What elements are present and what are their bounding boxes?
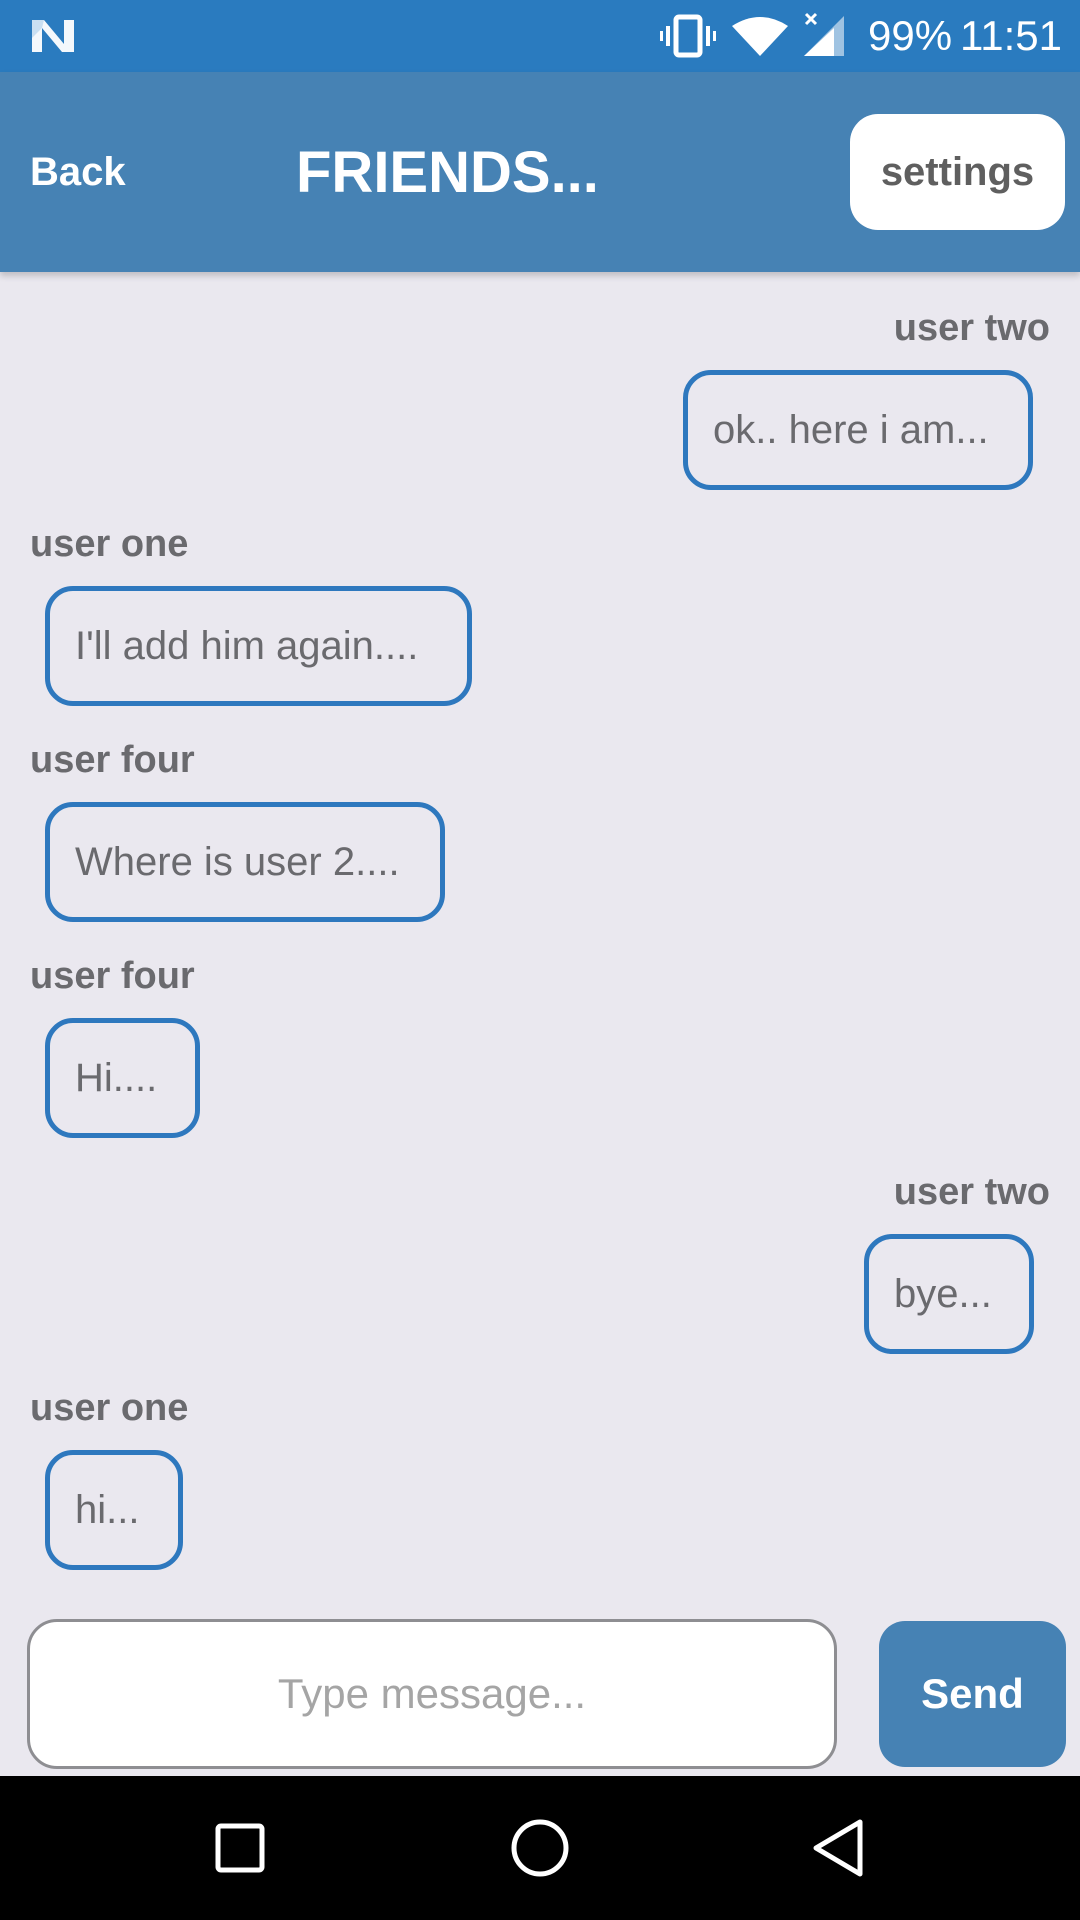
wifi-icon bbox=[732, 17, 788, 56]
back-triangle-icon[interactable] bbox=[804, 1812, 876, 1884]
message-bubble: ok.. here i am... bbox=[683, 370, 1033, 490]
back-button[interactable]: Back bbox=[30, 144, 126, 200]
vibrate-icon bbox=[660, 14, 716, 58]
message-sender: user four bbox=[30, 955, 195, 997]
message-bubble: I'll add him again.... bbox=[45, 586, 472, 706]
system-nav-bar bbox=[0, 1776, 1080, 1920]
status-bar: 99% 11:51 bbox=[0, 0, 1080, 72]
message-sender: user one bbox=[30, 1387, 189, 1429]
signal-icon bbox=[804, 12, 844, 56]
recents-square-icon[interactable] bbox=[204, 1812, 276, 1884]
message-input[interactable] bbox=[27, 1619, 837, 1769]
send-button[interactable]: Send bbox=[879, 1621, 1066, 1767]
message-sender: user four bbox=[30, 739, 195, 781]
message-list[interactable]: user two ok.. here i am... user one I'll… bbox=[0, 272, 1080, 1592]
settings-button[interactable]: settings bbox=[850, 114, 1065, 230]
app-header: Back FRIENDS... settings bbox=[0, 72, 1080, 272]
message-bubble: bye... bbox=[864, 1234, 1034, 1354]
message-sender: user two bbox=[893, 1171, 1050, 1213]
battery-percentage: 99% bbox=[868, 12, 953, 59]
message-sender: user one bbox=[30, 523, 189, 565]
message-bubble: Hi.... bbox=[45, 1018, 200, 1138]
message-sender: user two bbox=[893, 307, 1050, 349]
page-title: FRIENDS... bbox=[296, 140, 599, 205]
message-bubble: hi... bbox=[45, 1450, 183, 1570]
status-clock: 11:51 bbox=[960, 12, 1062, 59]
message-bubble: Where is user 2.... bbox=[45, 802, 445, 922]
n-logo-icon bbox=[32, 20, 74, 52]
home-circle-icon[interactable] bbox=[504, 1812, 576, 1884]
